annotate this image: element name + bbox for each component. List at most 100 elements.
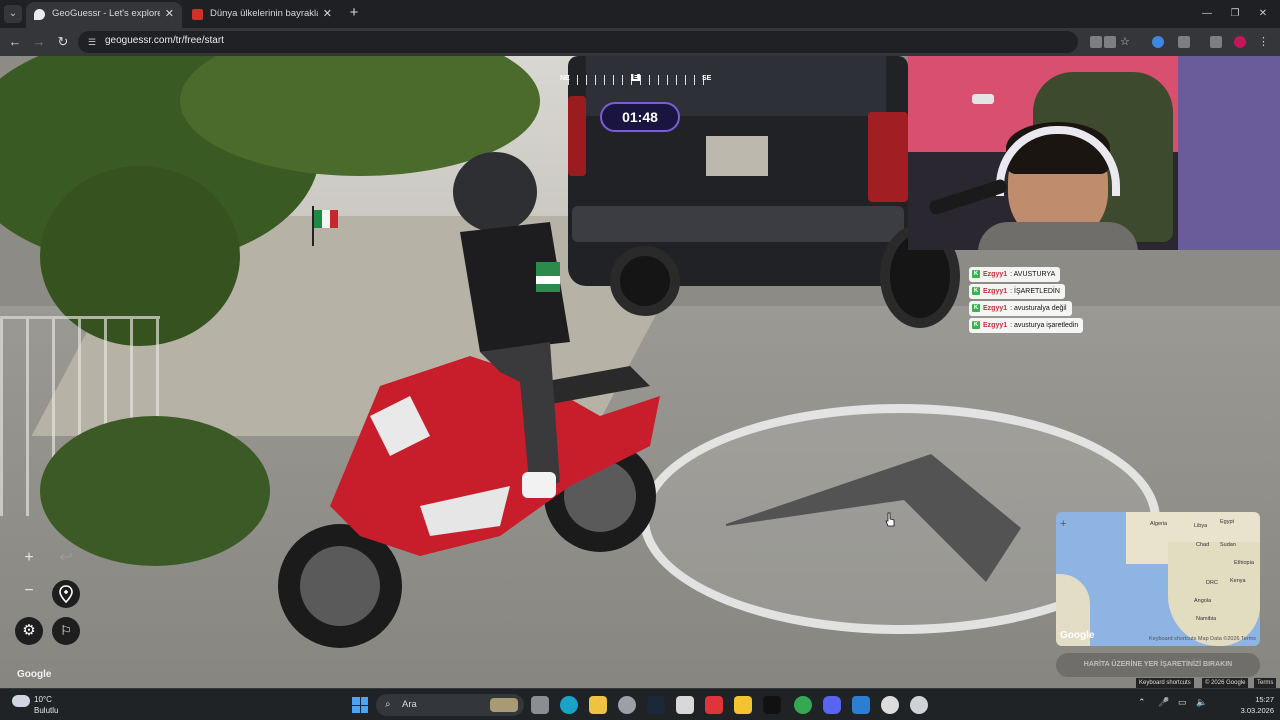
microphone-icon[interactable]: 🎤 (1158, 697, 1169, 708)
return-to-start-button[interactable] (52, 580, 80, 608)
new-tab-button[interactable]: + (346, 4, 362, 24)
undo-move-button[interactable]: ↩ (52, 544, 80, 572)
rider-with-helmet (453, 152, 570, 498)
chat-username: Ezgyy1 (983, 270, 1008, 278)
tab-geoguessr[interactable]: GeoGuessr - Let's explore the w ✕ (26, 2, 182, 28)
close-tab-icon[interactable]: ✕ (323, 2, 332, 26)
app-icon[interactable] (852, 696, 870, 714)
weather-condition: Bulutlu (34, 706, 59, 715)
chat-username: Ezgyy1 (983, 287, 1008, 295)
terms-link[interactable]: Terms (1254, 678, 1277, 688)
chat-message: K Ezgyy1: avusturya işaretledin (969, 317, 1084, 333)
obs-icon[interactable] (881, 696, 899, 714)
task-view-icon[interactable] (531, 696, 549, 714)
search-icon: ⌕ (385, 699, 391, 710)
chat-badge-icon: K (972, 287, 980, 295)
back-icon[interactable]: ← (6, 33, 24, 51)
weather-temperature: 10°C (34, 695, 52, 704)
network-icon[interactable]: ▭ (1178, 697, 1187, 708)
microphone-arm (927, 177, 1009, 217)
forward-icon[interactable]: → (30, 33, 48, 51)
taskbar-search[interactable]: ⌕ Ara (376, 694, 524, 716)
stream-chat: K Ezgyy1: AVUSTURYA K Ezgyy1: İŞARETLEDİN … (969, 262, 1084, 333)
compass-ticks (568, 75, 712, 85)
chat-badge-icon: K (972, 270, 980, 278)
bush (40, 416, 270, 566)
map-label: Egypt (1220, 519, 1235, 525)
discord-icon[interactable] (823, 696, 841, 714)
edge-icon[interactable] (560, 696, 578, 714)
search-highlight-icon (490, 698, 518, 712)
map-label: Kenya (1230, 578, 1246, 584)
profile-avatar[interactable] (1234, 36, 1246, 48)
copyright-text: © 2026 Google (1202, 678, 1249, 688)
minimize-icon[interactable]: — (1198, 5, 1216, 23)
map-google-logo: Google (1060, 630, 1095, 641)
map-label: Chad (1196, 542, 1210, 548)
compass-label-e: E (631, 74, 640, 81)
reading-list-icon[interactable] (1210, 36, 1222, 48)
chat-username: Ezgyy1 (983, 304, 1008, 312)
zoom-in-button[interactable]: + (15, 544, 43, 572)
chat-text: : İŞARETLEDİN (1010, 287, 1060, 295)
store-icon[interactable] (676, 696, 694, 714)
chat-username: Ezgyy1 (983, 321, 1008, 329)
report-flag-button[interactable]: ⚐ (52, 617, 80, 645)
install-icon[interactable] (1104, 36, 1116, 48)
suv-bumper (572, 206, 904, 242)
street-view-panorama[interactable]: NE E SE 01:48 + ↩ − ⚙ ⚐ Google K Ezgyy1: … (0, 56, 1280, 688)
map-label: Angola (1194, 598, 1212, 604)
app-icon[interactable] (705, 696, 723, 714)
address-bar[interactable]: ☰ geoguessr.com/tr/free/start (78, 31, 1078, 53)
streamer-shirt (978, 222, 1138, 250)
chrome-icon[interactable] (794, 696, 812, 714)
url-text: geoguessr.com/tr/free/start (105, 35, 224, 46)
chat-text: : AVUSTURYA (1010, 270, 1056, 278)
map-label: Sudan (1220, 542, 1236, 548)
purple-wall (1178, 56, 1280, 250)
round-timer: 01:48 (600, 102, 680, 132)
wall-sign (972, 94, 994, 104)
compass-label-se: SE (702, 75, 712, 82)
map-label: DRC (1206, 580, 1218, 586)
place-guess-button[interactable]: HARİTA ÜZERİNE YER İŞARETİNİZİ BIRAKIN (1056, 653, 1260, 677)
settings-button[interactable]: ⚙ (15, 617, 43, 645)
gear-icon: ⚙ (22, 622, 36, 639)
compass-label-ne: NE (560, 75, 570, 82)
extensions-puzzle-icon[interactable] (1178, 36, 1190, 48)
extension-icon[interactable] (1152, 36, 1164, 48)
zoom-out-button[interactable]: − (15, 577, 43, 605)
site-favicon-icon (192, 9, 203, 20)
browser-toolbar: ← → ↻ ☰ geoguessr.com/tr/free/start ☆ ⋮ (0, 28, 1280, 56)
guess-minimap[interactable]: Algeria Libya Egypt Chad Sudan Ethiopia … (1056, 512, 1260, 646)
tab-title: Dünya ülkelerinin bayrakları (2 (210, 8, 318, 19)
chat-badge-icon: K (972, 304, 980, 312)
tab-search-icon[interactable]: ⌄ (4, 5, 22, 23)
site-info-icon[interactable]: ☰ (86, 36, 98, 48)
location-pin-icon (59, 585, 73, 604)
file-explorer-icon[interactable] (589, 696, 607, 714)
app-icon[interactable] (618, 696, 636, 714)
app-icon[interactable] (734, 696, 752, 714)
map-zoom-in-icon[interactable]: + (1060, 518, 1066, 530)
map-label: Algeria (1150, 521, 1168, 527)
keyboard-shortcuts-link[interactable]: Keyboard shortcuts (1136, 678, 1194, 688)
tray-overflow-icon[interactable]: ⌃ (1138, 697, 1146, 708)
translate-icon[interactable] (1090, 36, 1102, 48)
maximize-icon[interactable]: ❐ (1226, 5, 1244, 23)
chat-text: : avusturya işaretledin (1010, 321, 1079, 329)
reload-icon[interactable]: ↻ (54, 33, 72, 51)
amazon-icon[interactable] (763, 696, 781, 714)
close-window-icon[interactable]: ✕ (1254, 5, 1272, 23)
volume-icon[interactable]: 🔈 (1196, 697, 1207, 708)
close-tab-icon[interactable]: ✕ (165, 2, 174, 26)
move-forward-arrow-icon[interactable] (726, 454, 1026, 584)
tab-flags[interactable]: Dünya ülkelerinin bayrakları (2 ✕ (184, 2, 340, 28)
menu-dots-icon[interactable]: ⋮ (1258, 36, 1270, 48)
steelseries-icon[interactable] (910, 696, 928, 714)
map-label: Libya (1194, 523, 1208, 529)
bookmark-star-icon[interactable]: ☆ (1120, 36, 1132, 48)
steam-icon[interactable] (647, 696, 665, 714)
system-clock[interactable]: 15:27 3.03.2026 (1218, 694, 1274, 716)
windows-start-icon[interactable] (352, 697, 368, 713)
